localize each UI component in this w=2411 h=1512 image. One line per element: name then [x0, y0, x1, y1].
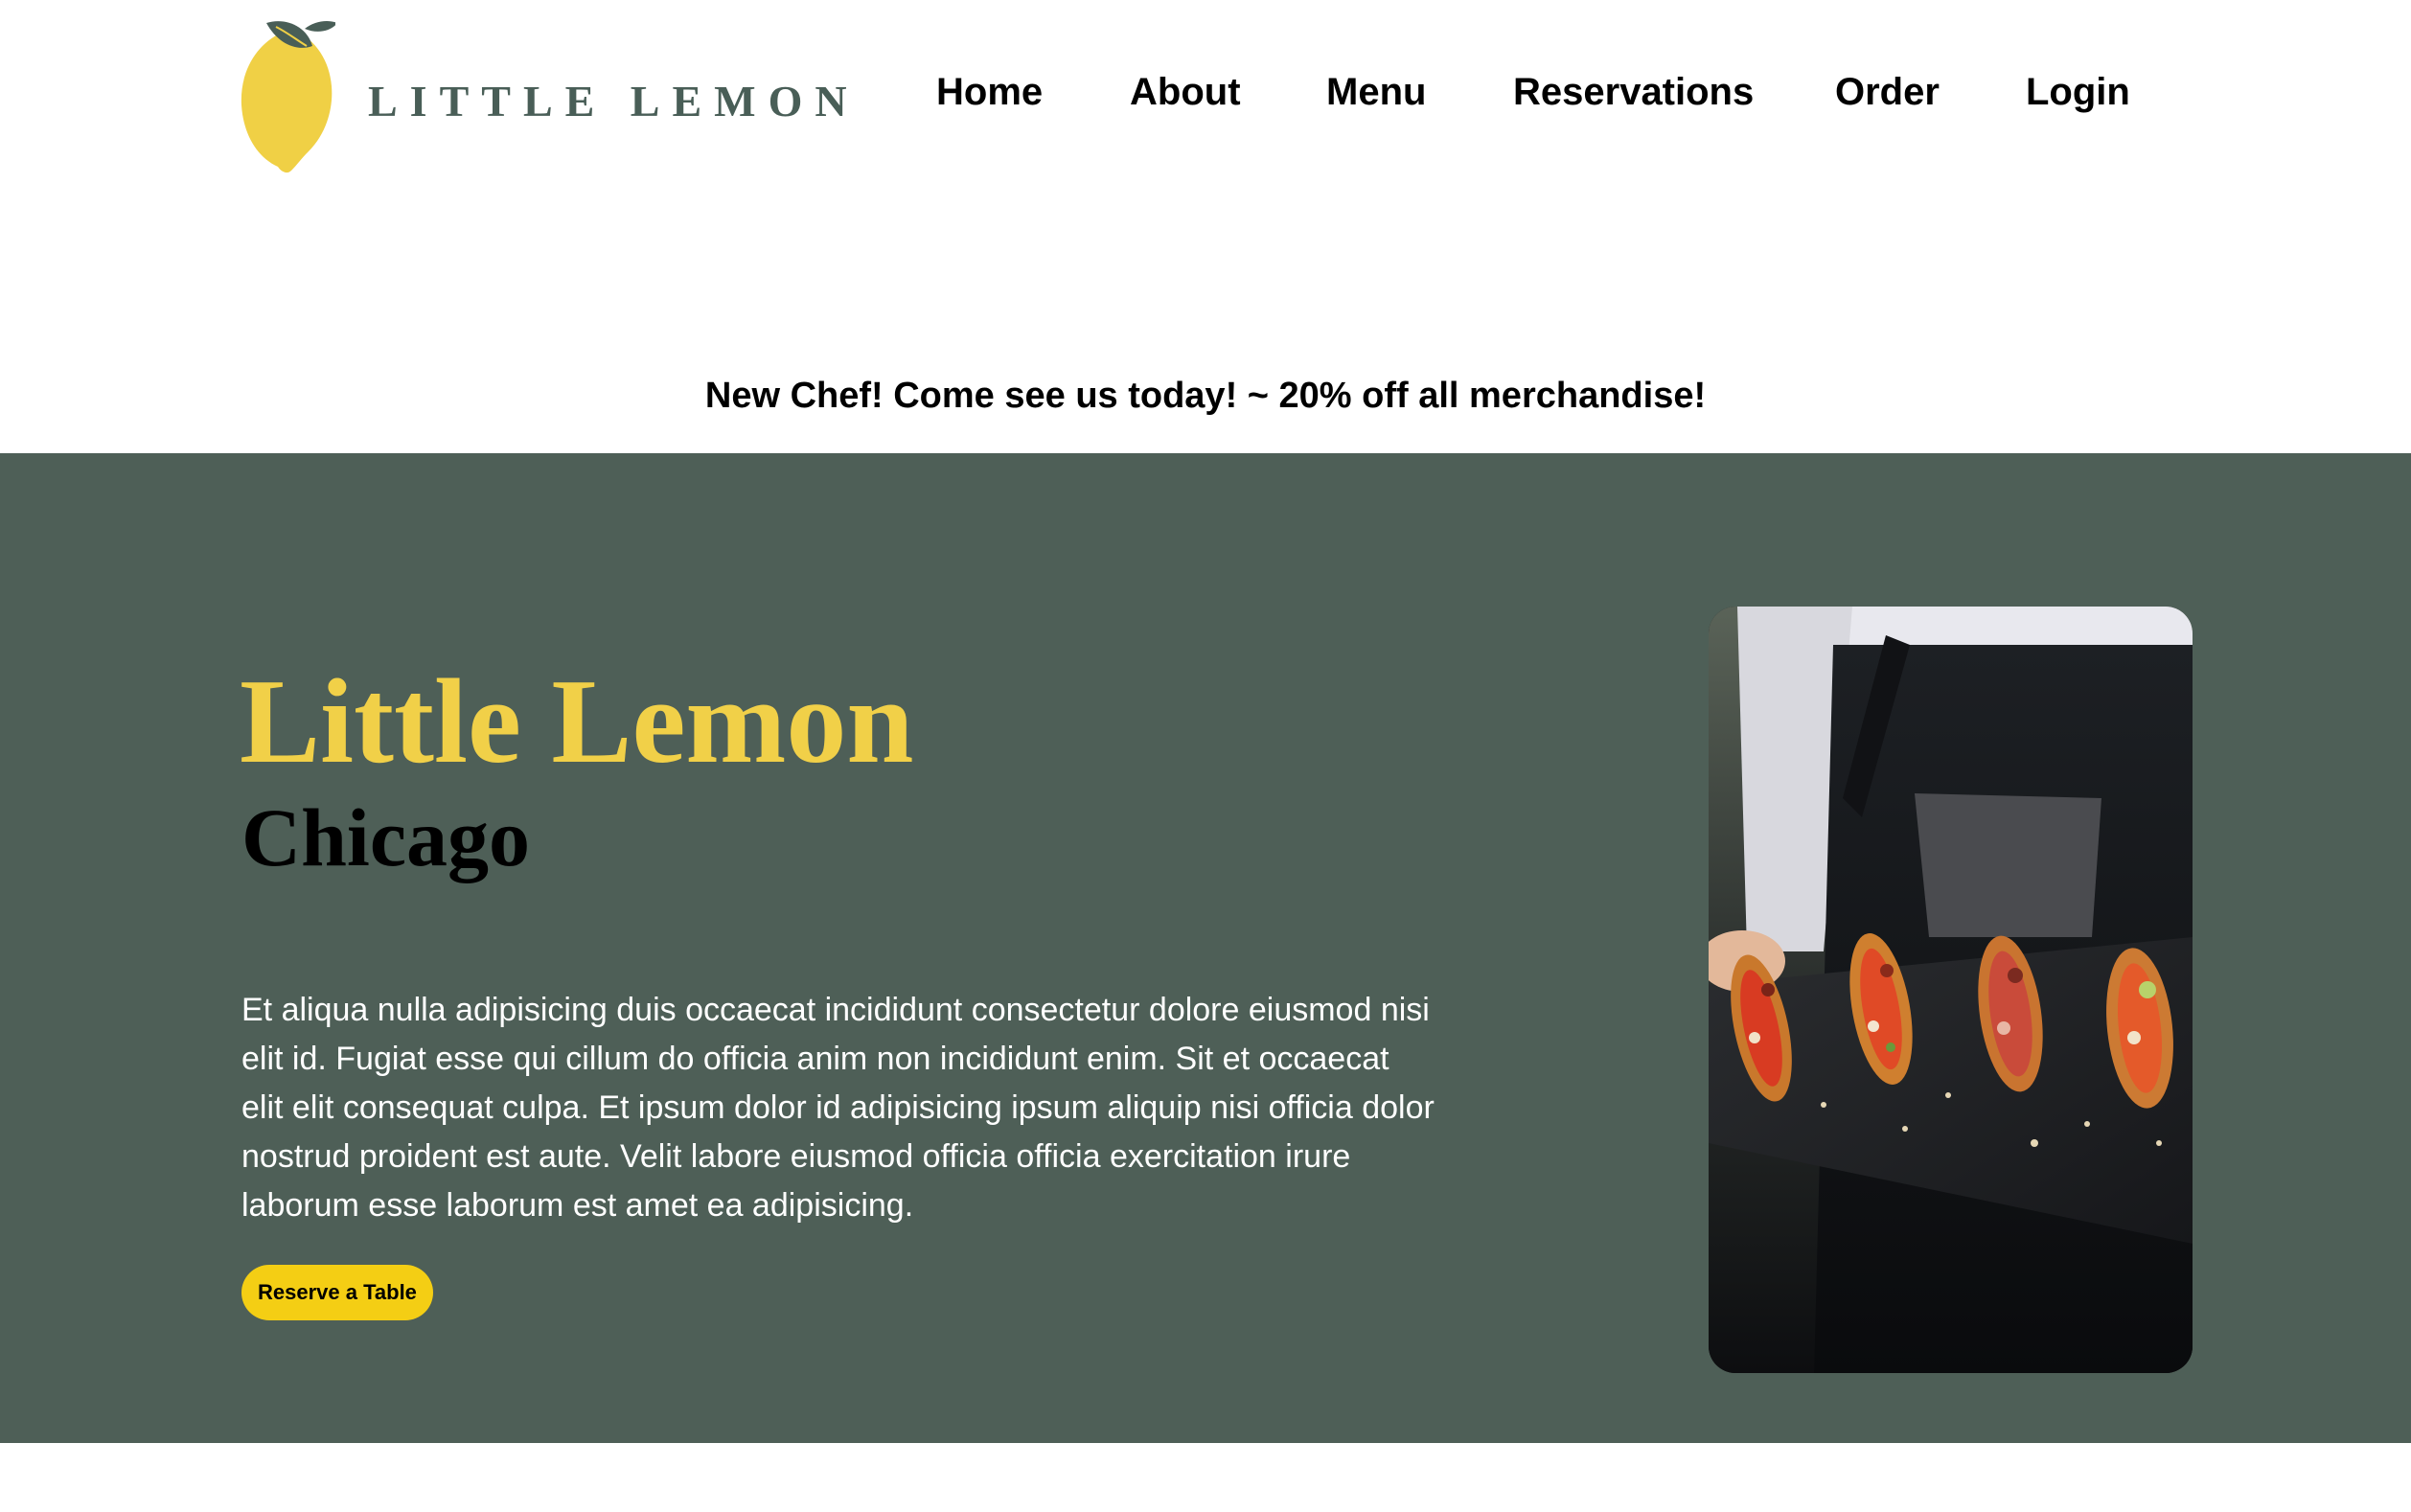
hero-subtitle: Chicago [241, 791, 530, 883]
site-header: LITTLE LEMON Home About Menu Reservation… [0, 0, 2411, 192]
brand-name: LITTLE LEMON [368, 76, 860, 126]
promo-banner: New Chef! Come see us today! ~ 20% off a… [704, 376, 1707, 416]
nav-reservations[interactable]: Reservations [1513, 71, 1754, 114]
hero-title: Little Lemon [240, 655, 914, 789]
site-logo[interactable]: LITTLE LEMON [240, 17, 860, 174]
nav-login[interactable]: Login [2026, 71, 2130, 114]
hero-section: Little Lemon Chicago Et aliqua nulla adi… [0, 453, 2411, 1443]
lemon-icon [241, 21, 335, 173]
reserve-table-button[interactable]: Reserve a Table [241, 1265, 433, 1320]
food-platter-photo [1709, 607, 2193, 1373]
food-platter-illustration [1709, 607, 2193, 1373]
nav-home[interactable]: Home [936, 71, 1043, 114]
nav-order[interactable]: Order [1835, 71, 1940, 114]
hero-description: Et aliqua nulla adipisicing duis occaeca… [241, 992, 1435, 1224]
nav-menu[interactable]: Menu [1326, 71, 1426, 114]
nav-about[interactable]: About [1130, 71, 1241, 114]
